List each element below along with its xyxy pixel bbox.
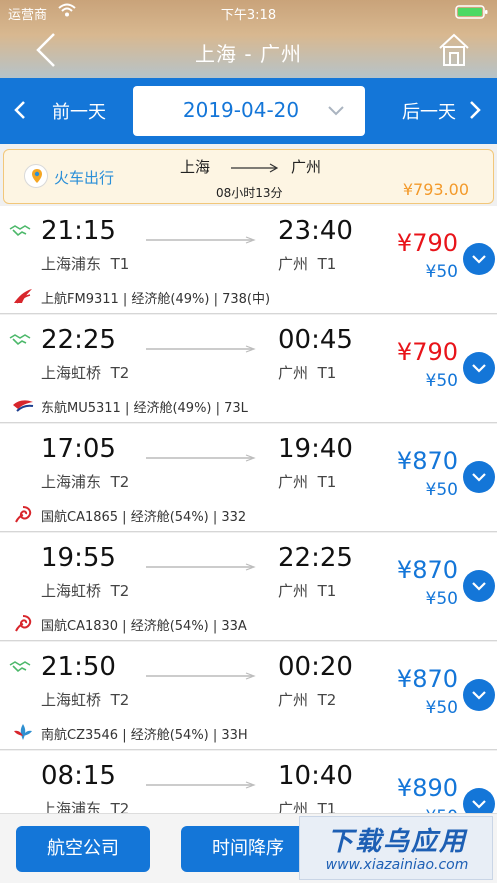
expand-button[interactable]: [463, 243, 495, 275]
flight-row[interactable]: 22:25 上海虹桥 T2 00:45 广州 T1 ¥790 ¥50 东航MU5…: [0, 315, 497, 423]
prev-day-button[interactable]: 前一天: [52, 98, 106, 124]
train-from-city: 上海: [180, 158, 211, 176]
route-arrow-icon: [146, 236, 256, 244]
airline-filter-button[interactable]: 航空公司: [16, 826, 150, 872]
air-china-logo: [15, 506, 32, 523]
chevron-down-icon: [472, 364, 486, 373]
status-time: 下午3:18: [220, 8, 277, 23]
train-to-city: 广州: [291, 158, 322, 176]
tax-fee: ¥50: [425, 371, 458, 391]
status-bar: 运营商 下午3:18: [0, 0, 497, 24]
chevron-right-icon[interactable]: [467, 99, 483, 121]
departure-airport: 上海虹桥 T2: [41, 691, 130, 709]
flight-details: 国航CA1830 | 经济舱(54%) | 33A: [41, 619, 247, 634]
chevron-down-icon: [472, 691, 486, 700]
tax-fee: ¥50: [425, 698, 458, 718]
chevron-down-icon: [472, 255, 486, 264]
shanghai-airlines-logo: [14, 289, 32, 304]
flight-row[interactable]: 17:05 上海浦东 T2 19:40 广州 T1 ¥870 ¥50 国航CA1…: [0, 424, 497, 532]
fare-price: ¥890: [396, 774, 458, 802]
fare-price: ¥870: [396, 556, 458, 584]
arrival-time: 22:25: [278, 543, 353, 573]
flight-row[interactable]: 21:50 上海虹桥 T2 00:20 广州 T2 ¥870 ¥50 南航CZ3…: [0, 642, 497, 750]
arrival-airport: 广州 T2: [278, 691, 337, 709]
departure-time: 21:50: [41, 652, 116, 682]
arrival-airport: 广州 T1: [278, 364, 337, 382]
flight-details: 东航MU5311 | 经济舱(49%) | 73L: [41, 401, 248, 416]
selected-date: 2019-04-20: [182, 98, 300, 122]
tax-fee: ¥50: [425, 262, 458, 282]
arrival-airport: 广州 T1: [278, 473, 337, 491]
flight-details: 上航FM9311 | 经济舱(49%) | 738(中): [41, 292, 271, 307]
departure-time: 08:15: [41, 761, 116, 791]
date-bar: 前一天 2019-04-20 后一天: [0, 78, 497, 144]
chevron-down-icon: [472, 473, 486, 482]
departure-airport: 上海虹桥 T2: [41, 364, 130, 382]
flight-row[interactable]: 19:55 上海虹桥 T2 22:25 广州 T1 ¥870 ¥50 国航CA1…: [0, 533, 497, 641]
arrival-airport: 广州 T1: [278, 255, 337, 273]
flight-row[interactable]: 21:15 上海浦东 T1 23:40 广州 T1 ¥790 ¥50 上航FM9…: [0, 206, 497, 314]
codeshare-handshake-icon: [9, 225, 31, 237]
page-title: 上海 - 广州: [195, 42, 302, 66]
home-icon[interactable]: [437, 32, 471, 68]
fare-price: ¥790: [396, 338, 458, 366]
expand-button[interactable]: [463, 679, 495, 711]
flight-details: 南航CZ3546 | 经济舱(54%) | 33H: [41, 728, 248, 743]
fare-price: ¥870: [396, 447, 458, 475]
expand-button[interactable]: [463, 570, 495, 602]
train-label: 火车出行: [54, 169, 115, 187]
watermark-url: www.xiazainiao.com: [325, 857, 469, 873]
fare-price: ¥790: [396, 229, 458, 257]
air-china-logo: [15, 615, 32, 632]
expand-button[interactable]: [463, 352, 495, 384]
next-day-button[interactable]: 后一天: [402, 98, 456, 124]
arrival-time: 23:40: [278, 216, 353, 246]
route-arrow-icon: [146, 672, 256, 680]
watermark-title: 下载乌应用: [326, 827, 467, 857]
codeshare-handshake-icon: [9, 334, 31, 346]
chevron-down-icon: [472, 582, 486, 591]
location-pin-icon: [24, 164, 48, 188]
watermark: 下载乌应用 www.xiazainiao.com: [299, 816, 493, 880]
arrival-time: 10:40: [278, 761, 353, 791]
departure-time: 21:15: [41, 216, 116, 246]
fare-price: ¥870: [396, 665, 458, 693]
bottom-toolbar: 航空公司 时间降序 下载乌应用 www.xiazainiao.com: [0, 813, 497, 883]
train-price: ¥793.00: [402, 180, 469, 199]
departure-airport: 上海浦东 T1: [41, 255, 130, 273]
tax-fee: ¥50: [425, 480, 458, 500]
departure-time: 19:55: [41, 543, 116, 573]
flight-details: 国航CA1865 | 经济舱(54%) | 332: [41, 510, 247, 525]
departure-airport: 上海浦东 T2: [41, 473, 130, 491]
chevron-down-icon: [472, 800, 486, 809]
arrival-airport: 广州 T1: [278, 582, 337, 600]
route-arrow-icon: [146, 454, 256, 462]
nav-header: 运营商 下午3:18 上海 - 广州: [0, 0, 497, 78]
route-arrow-icon: [146, 563, 256, 571]
china-eastern-logo: [13, 400, 34, 412]
codeshare-handshake-icon: [9, 661, 31, 673]
tax-fee: ¥50: [425, 589, 458, 609]
time-sort-button[interactable]: 时间降序: [181, 826, 315, 872]
route-arrow-icon: [146, 781, 256, 789]
arrival-time: 00:45: [278, 325, 353, 355]
expand-button[interactable]: [463, 461, 495, 493]
train-duration: 08小时13分: [216, 186, 283, 200]
date-selector[interactable]: 2019-04-20: [133, 86, 365, 136]
china-southern-logo: [14, 724, 32, 740]
arrow-right-icon: [231, 163, 279, 173]
departure-airport: 上海虹桥 T2: [41, 582, 130, 600]
departure-time: 17:05: [41, 434, 116, 464]
arrival-time: 19:40: [278, 434, 353, 464]
arrival-time: 00:20: [278, 652, 353, 682]
chevron-down-icon: [328, 106, 344, 116]
chevron-left-icon[interactable]: [12, 99, 28, 121]
route-arrow-icon: [146, 345, 256, 353]
train-option-banner[interactable]: 火车出行 上海 广州 08小时13分 ¥793.00: [3, 149, 494, 204]
battery-icon: [455, 5, 488, 19]
departure-time: 22:25: [41, 325, 116, 355]
